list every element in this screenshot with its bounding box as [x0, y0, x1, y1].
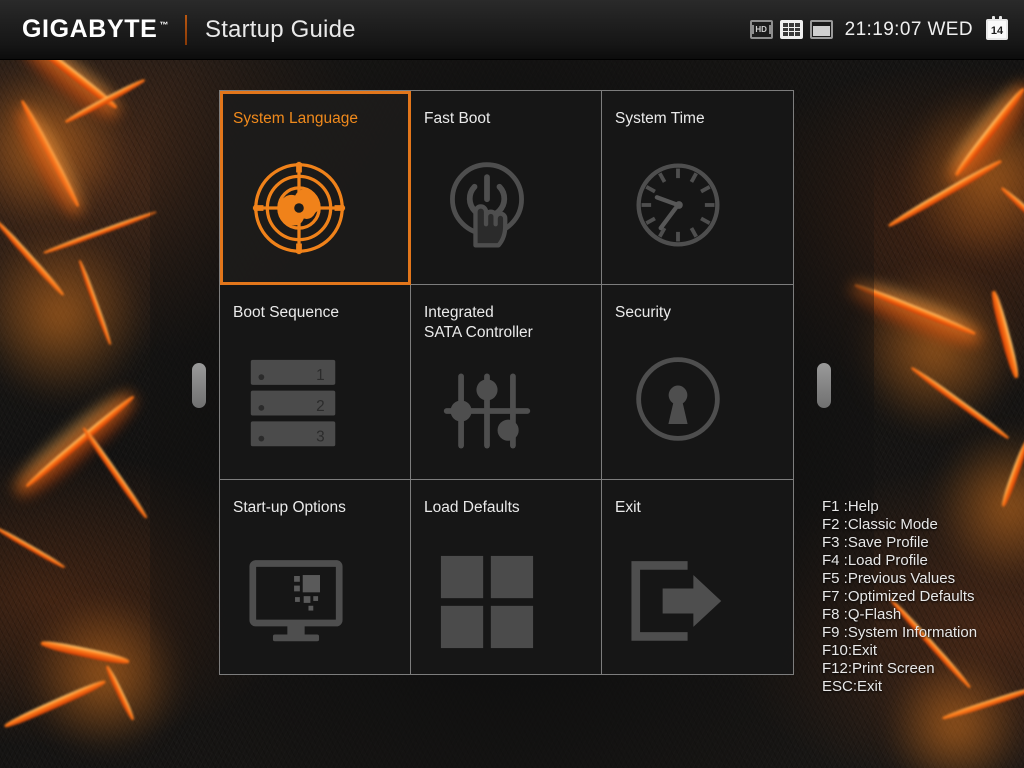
function-key-item: F1 :Help [822, 498, 977, 516]
exit-arrow-icon [630, 552, 726, 648]
function-key-item: F3 :Save Profile [822, 534, 977, 552]
sliders-icon [439, 363, 535, 459]
grid-cell [789, 32, 794, 36]
clock-icon [630, 157, 726, 253]
tile-label: System Language [233, 109, 408, 129]
tile-boot-sequence[interactable]: Boot Sequence 1 2 3 [220, 285, 411, 479]
tile-label: Load Defaults [424, 498, 601, 518]
tile-fast-boot[interactable]: Fast Boot [411, 91, 602, 285]
status-area: HD 21:19:07 WED 14 [750, 19, 1024, 41]
tile-exit[interactable]: Exit [602, 480, 793, 674]
function-key-item: F5 :Previous Values [822, 570, 977, 588]
keyhole-icon [630, 351, 726, 447]
grid-cell [783, 28, 788, 32]
tile-label: Fast Boot [424, 109, 601, 129]
prev-page-handle[interactable] [192, 363, 206, 408]
grid-cell [789, 23, 794, 27]
function-key-item: F8 :Q-Flash [822, 606, 977, 624]
title-bar: GIGABYTE™ Startup Guide HD 21:19:07 WED … [0, 0, 1024, 60]
function-key-item: F2 :Classic Mode [822, 516, 977, 534]
boot-order-icon: 1 2 3 [246, 355, 342, 455]
brand-divider [185, 15, 187, 45]
window-icon[interactable] [810, 20, 833, 39]
function-key-legend: F1 :Help F2 :Classic Mode F3 :Save Profi… [822, 498, 977, 696]
grid-cell [789, 28, 794, 32]
tile-system-time[interactable]: System Time [602, 91, 793, 285]
tile-label: Boot Sequence [233, 303, 410, 323]
power-hand-icon [439, 157, 535, 253]
tile-startup-options[interactable]: Start-up Options [220, 480, 411, 674]
next-page-handle[interactable] [817, 363, 831, 408]
window-body [813, 23, 830, 36]
globe-target-icon [251, 160, 347, 256]
tile-security[interactable]: Security [602, 285, 793, 479]
tile-label: Exit [615, 498, 793, 518]
boot-slot-number: 2 [316, 398, 325, 415]
tile-system-language[interactable]: System Language [220, 91, 411, 285]
tile-label: Integrated SATA Controller [424, 303, 601, 343]
monitor-icon [248, 552, 344, 648]
four-squares-icon [439, 554, 535, 650]
boot-slot-number: 3 [316, 429, 325, 446]
calendar-icon: 14 [986, 19, 1008, 40]
brand-name: GIGABYTE [22, 15, 157, 43]
grid-cell [783, 23, 788, 27]
trademark-symbol: ™ [159, 20, 169, 30]
function-key-item: ESC:Exit [822, 678, 977, 696]
grid-cell [795, 32, 800, 36]
tile-label: System Time [615, 109, 793, 129]
grid-icon[interactable] [780, 20, 803, 39]
function-key-item: F4 :Load Profile [822, 552, 977, 570]
page-title: Startup Guide [205, 16, 356, 44]
tile-label: Start-up Options [233, 498, 410, 518]
startup-guide-grid: System Language [219, 90, 794, 675]
tile-load-defaults[interactable]: Load Defaults [411, 480, 602, 674]
system-clock: 21:19:07 WED [845, 19, 973, 41]
tile-integrated-sata-controller[interactable]: Integrated SATA Controller [411, 285, 602, 479]
function-key-item: F9 :System Information [822, 624, 977, 642]
grid-cell [795, 23, 800, 27]
brand-logo: GIGABYTE™ [22, 15, 169, 44]
grid-cell [783, 32, 788, 36]
tile-label: Security [615, 303, 793, 323]
grid-cell [795, 28, 800, 32]
brand-block: GIGABYTE™ Startup Guide [0, 15, 356, 45]
function-key-item: F12:Print Screen [822, 660, 977, 678]
function-key-item: F7 :Optimized Defaults [822, 588, 977, 606]
hd-icon[interactable]: HD [750, 20, 773, 39]
function-key-item: F10:Exit [822, 642, 977, 660]
boot-slot-number: 1 [316, 367, 325, 384]
